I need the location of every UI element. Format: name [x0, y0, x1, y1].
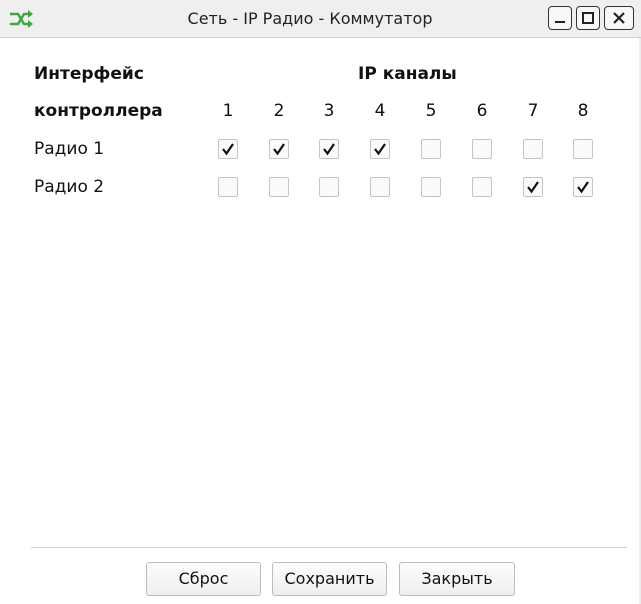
checkmark-icon: [577, 181, 589, 194]
maximize-button[interactable]: [576, 6, 600, 30]
channel-checkbox[interactable]: [269, 177, 289, 197]
save-button[interactable]: Сохранить: [272, 562, 387, 596]
close-icon: [613, 12, 625, 24]
minimize-button[interactable]: [548, 6, 572, 30]
maximize-icon: [582, 12, 594, 24]
channel-checkbox[interactable]: [573, 139, 593, 159]
channel-checkbox[interactable]: [370, 177, 390, 197]
channel-checkbox[interactable]: [573, 177, 593, 197]
content-area: [0, 38, 641, 604]
ip-channels-header: IP каналы: [358, 64, 457, 84]
channel-checkbox[interactable]: [218, 177, 238, 197]
checkmark-icon: [374, 143, 386, 156]
window-title: Сеть - IP Радио - Коммутатор: [187, 9, 433, 28]
channel-number: 2: [273, 101, 285, 121]
channel-checkbox[interactable]: [319, 177, 339, 197]
close-button[interactable]: Закрыть: [399, 562, 515, 596]
channel-checkbox[interactable]: [421, 177, 441, 197]
channel-checkbox[interactable]: [269, 139, 289, 159]
interface-header-line1: Интерфейс: [34, 64, 144, 84]
row-label-radio-1: Радио 1: [34, 139, 105, 159]
checkmark-icon: [222, 143, 234, 156]
row-label-radio-2: Радио 2: [34, 177, 105, 197]
channel-number: 5: [425, 101, 437, 121]
channel-number: 4: [374, 101, 386, 121]
close-window-button[interactable]: [604, 6, 634, 30]
channel-checkbox[interactable]: [523, 177, 543, 197]
channel-checkbox[interactable]: [370, 139, 390, 159]
channel-number: 6: [476, 101, 488, 121]
channel-checkbox[interactable]: [472, 177, 492, 197]
divider: [31, 547, 627, 548]
checkmark-icon: [527, 181, 539, 194]
checkmark-icon: [323, 143, 335, 156]
channel-checkbox[interactable]: [421, 139, 441, 159]
checkmark-icon: [273, 143, 285, 156]
channel-checkbox[interactable]: [218, 139, 238, 159]
interface-header-line2: контроллера: [34, 101, 163, 121]
channel-number: 3: [323, 101, 335, 121]
reset-button[interactable]: Сброс: [146, 562, 261, 596]
shuffle-icon: [8, 9, 34, 29]
channel-checkbox[interactable]: [523, 139, 543, 159]
title-bar: Сеть - IP Радио - Коммутатор: [0, 0, 641, 38]
channel-number: 7: [527, 101, 539, 121]
channel-checkbox[interactable]: [472, 139, 492, 159]
channel-checkbox[interactable]: [319, 139, 339, 159]
channel-number: 1: [222, 101, 234, 121]
channel-number: 8: [577, 101, 589, 121]
minimize-icon: [555, 21, 565, 23]
